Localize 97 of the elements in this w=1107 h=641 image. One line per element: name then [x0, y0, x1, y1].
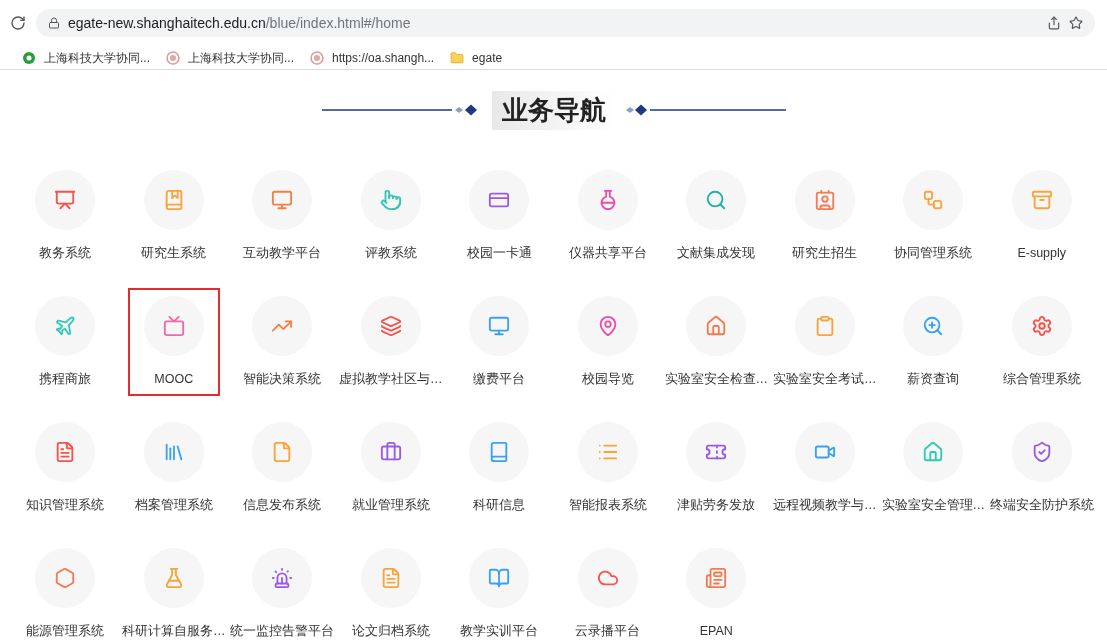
app-label: 终端安全防护系统 — [989, 496, 1094, 514]
app-tile[interactable]: 互动教学平台 — [236, 162, 329, 270]
layers-icon — [379, 314, 402, 337]
app-label: 论文归档系统 — [351, 622, 430, 640]
app-tile[interactable]: 携程商旅 — [19, 288, 112, 396]
app-tile[interactable]: 教学实训平台 — [453, 540, 546, 641]
app-tile[interactable]: 文献集成发现 — [670, 162, 763, 270]
app-label: 综合管理系统 — [1002, 370, 1081, 388]
app-tile[interactable]: 校园导览 — [561, 288, 654, 396]
house-icon — [705, 314, 728, 337]
contact-icon — [813, 188, 836, 211]
search-icon — [922, 314, 945, 337]
briefcase-icon — [379, 440, 402, 463]
folder-icon — [450, 50, 465, 65]
app-tile[interactable]: 信息发布系统 — [236, 414, 329, 522]
app-label: 统一监控告警平台 — [230, 622, 335, 640]
app-tile[interactable]: 云录播平台 — [561, 540, 654, 641]
lock-icon — [48, 17, 60, 29]
app-label: 校园一卡通 — [466, 244, 532, 262]
presentation-icon — [54, 188, 77, 211]
app-label: 档案管理系统 — [134, 496, 213, 514]
archive-icon — [1030, 188, 1053, 211]
app-label: 信息发布系统 — [243, 496, 322, 514]
app-tile[interactable]: 仪器共享平台 — [561, 162, 654, 270]
app-tile[interactable]: E-supply — [995, 162, 1088, 270]
hexagon-icon — [54, 566, 77, 589]
app-label: 就业管理系统 — [351, 496, 430, 514]
app-tile[interactable]: 就业管理系统 — [344, 414, 437, 522]
bookmark-item[interactable]: 上海科技大学协同... — [166, 48, 295, 67]
app-label: 协同管理系统 — [894, 244, 973, 262]
bookmark-item[interactable]: egate — [450, 48, 503, 67]
plane-icon — [54, 314, 77, 337]
app-tile[interactable]: 校园一卡通 — [453, 162, 546, 270]
app-label: E-supply — [1017, 244, 1067, 262]
app-tile[interactable]: 评教系统 — [344, 162, 437, 270]
app-label: 缴费平台 — [473, 370, 526, 388]
app-label: 云录播平台 — [575, 622, 641, 640]
share-icon[interactable] — [1047, 16, 1061, 30]
workflow-icon — [922, 188, 945, 211]
app-tile[interactable]: 能源管理系统 — [19, 540, 112, 641]
app-tile[interactable]: 缴费平台 — [453, 288, 546, 396]
app-label: 科研信息 — [473, 496, 526, 514]
pointer-icon — [379, 188, 402, 211]
url-text: egate-new.shanghaitech.edu.cn/blue/index.html#/home — [68, 13, 411, 33]
app-tile[interactable]: 协同管理系统 — [887, 162, 980, 270]
app-tile[interactable]: 薪资查询 — [887, 288, 980, 396]
app-tile[interactable]: 综合管理系统 — [995, 288, 1088, 396]
monitor-icon — [488, 314, 511, 337]
reload-icon[interactable] — [10, 15, 26, 31]
app-tile[interactable]: 教务系统 — [19, 162, 112, 270]
app-label: 仪器共享平台 — [568, 244, 647, 262]
monitor-icon — [271, 188, 294, 211]
app-tile[interactable]: 津贴劳务发放 — [670, 414, 763, 522]
app-label: 实验室安全检查… — [664, 370, 768, 388]
app-tile[interactable]: 知识管理系统 — [19, 414, 112, 522]
app-label: MOOC — [154, 370, 194, 388]
app-label: 文献集成发现 — [677, 244, 756, 262]
search-icon — [705, 188, 728, 211]
house-icon — [922, 440, 945, 463]
app-tile[interactable]: 研究生招生 — [778, 162, 871, 270]
app-tile[interactable]: 智能报表系统 — [561, 414, 654, 522]
app-tile[interactable]: 论文归档系统 — [344, 540, 437, 641]
bookmark-item[interactable]: 上海科技大学协同... — [22, 48, 150, 67]
app-label: 能源管理系统 — [26, 622, 105, 640]
app-label: 研究生系统 — [141, 244, 207, 262]
star-icon[interactable] — [1069, 16, 1083, 30]
app-label: 互动教学平台 — [243, 244, 322, 262]
app-label: 津贴劳务发放 — [677, 496, 756, 514]
newspaper-icon — [705, 566, 728, 589]
app-tile[interactable]: 研究生系统 — [127, 162, 220, 270]
app-label: 薪资查询 — [907, 370, 960, 388]
app-label: 评教系统 — [364, 244, 417, 262]
app-label: 知识管理系统 — [26, 496, 105, 514]
app-label: 实验室安全考试… — [773, 370, 877, 388]
app-label: 教务系统 — [39, 244, 92, 262]
app-label: 实验室安全管理… — [881, 496, 985, 514]
app-label: 智能决策系统 — [243, 370, 322, 388]
app-label: 研究生招生 — [792, 244, 858, 262]
siren-icon — [271, 566, 294, 589]
app-label: EPAN — [699, 622, 733, 640]
app-label: 虚拟教学社区与… — [339, 370, 443, 388]
app-tile[interactable]: 档案管理系统 — [127, 414, 220, 522]
bookmark-item[interactable]: https://oa.shangh... — [310, 48, 435, 67]
app-tile[interactable]: EPAN — [670, 540, 763, 641]
app-label: 智能报表系统 — [568, 496, 647, 514]
app-label: 科研计算自服务… — [122, 622, 226, 640]
app-tile[interactable]: MOOC — [127, 288, 220, 396]
app-label: 教学实训平台 — [460, 622, 539, 640]
settings-icon — [1030, 314, 1053, 337]
app-tile[interactable]: 科研信息 — [453, 414, 546, 522]
app-label: 携程商旅 — [39, 370, 92, 388]
open-book-icon — [488, 566, 511, 589]
app-tile[interactable]: 智能决策系统 — [236, 288, 329, 396]
address-bar[interactable]: egate-new.shanghaitech.edu.cn/blue/index.html#/home — [36, 9, 1095, 37]
app-label: 远程视频教学与… — [773, 496, 877, 514]
screen-icon — [162, 314, 185, 337]
app-label: 校园导览 — [581, 370, 634, 388]
